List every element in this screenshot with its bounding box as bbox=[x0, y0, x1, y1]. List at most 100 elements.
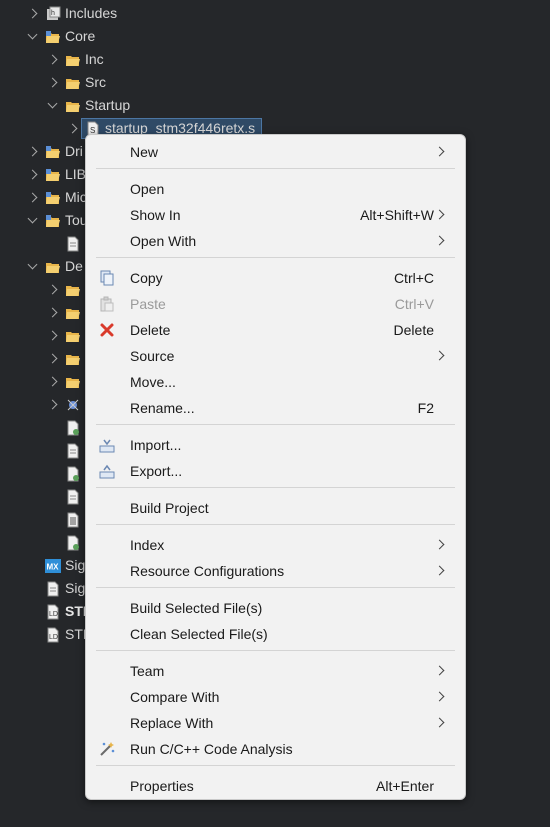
submenu-arrow-icon bbox=[434, 209, 445, 220]
menu-item-clean-selected[interactable]: Clean Selected File(s) bbox=[86, 621, 465, 647]
file-icon bbox=[67, 489, 79, 505]
folder-icon bbox=[66, 79, 80, 89]
submenu-arrow-icon bbox=[434, 235, 445, 246]
menu-item-compare-with[interactable]: Compare With bbox=[86, 684, 465, 710]
submenu-arrow-icon bbox=[434, 691, 445, 702]
magic-wand-icon bbox=[100, 742, 115, 756]
menu-item-new[interactable]: New bbox=[86, 139, 465, 165]
menu-separator bbox=[96, 650, 455, 651]
menu-item-team[interactable]: Team bbox=[86, 658, 465, 684]
menu-item-label: Open With bbox=[130, 233, 197, 249]
tree-item-label: Dri bbox=[65, 143, 83, 159]
menu-item-label: Properties bbox=[130, 778, 194, 794]
menu-item-show-in[interactable]: Show In Alt+Shift+W bbox=[86, 202, 465, 228]
svg-text:LD: LD bbox=[49, 611, 58, 618]
source-folder-icon bbox=[46, 215, 60, 227]
svg-text:MX: MX bbox=[47, 563, 60, 572]
menu-item-open-with[interactable]: Open With bbox=[86, 228, 465, 254]
menu-item-export[interactable]: Export... bbox=[86, 458, 465, 484]
tree-item-src[interactable]: Src bbox=[0, 72, 550, 95]
shortcut-label: Alt+Enter bbox=[376, 778, 434, 794]
tree-item-inc[interactable]: Inc bbox=[0, 49, 550, 72]
menu-separator bbox=[96, 524, 455, 525]
menu-separator bbox=[96, 765, 455, 766]
chevron-right-icon[interactable] bbox=[67, 123, 78, 134]
chevron-right-icon[interactable] bbox=[47, 284, 58, 295]
submenu-arrow-icon bbox=[434, 565, 445, 576]
text-file-icon bbox=[67, 512, 79, 528]
menu-item-label: Index bbox=[130, 537, 165, 553]
folder-icon bbox=[66, 309, 80, 319]
menu-item-label: Build Project bbox=[130, 500, 209, 516]
tree-item-label: LIB bbox=[65, 166, 87, 182]
menu-item-move[interactable]: Move... bbox=[86, 369, 465, 395]
folder-icon bbox=[66, 56, 80, 66]
chevron-right-icon[interactable] bbox=[47, 353, 58, 364]
menu-item-properties[interactable]: Properties Alt+Enter bbox=[86, 773, 465, 799]
shortcut-label: Alt+Shift+W bbox=[360, 207, 434, 223]
menu-item-label: Build Selected File(s) bbox=[130, 600, 263, 616]
menu-item-paste[interactable]: Paste Ctrl+V bbox=[86, 291, 465, 317]
menu-item-label: Resource Configurations bbox=[130, 563, 285, 579]
object-file-icon bbox=[67, 420, 79, 436]
menu-item-source[interactable]: Source bbox=[86, 343, 465, 369]
menu-item-open[interactable]: Open bbox=[86, 176, 465, 202]
menu-item-replace-with[interactable]: Replace With bbox=[86, 710, 465, 736]
chevron-down-icon[interactable] bbox=[47, 98, 58, 109]
chevron-down-icon[interactable] bbox=[27, 259, 38, 270]
folder-icon bbox=[66, 355, 80, 365]
includes-icon: h bbox=[47, 6, 61, 20]
chevron-right-icon[interactable] bbox=[47, 376, 58, 387]
chevron-right-icon[interactable] bbox=[27, 8, 38, 19]
linker-file-icon: LD bbox=[47, 604, 59, 620]
source-folder-icon bbox=[46, 146, 60, 158]
menu-item-label: Source bbox=[130, 348, 175, 364]
menu-separator bbox=[96, 168, 455, 169]
chevron-down-icon[interactable] bbox=[27, 29, 38, 40]
linker-file-icon: LD bbox=[47, 627, 59, 643]
paste-icon bbox=[100, 296, 114, 312]
chevron-right-icon[interactable] bbox=[27, 169, 38, 180]
tree-item-startup[interactable]: Startup bbox=[0, 95, 550, 118]
tree-item-label: Startup bbox=[85, 97, 131, 113]
tree-item-label: De bbox=[65, 258, 83, 274]
menu-item-rename[interactable]: Rename... F2 bbox=[86, 395, 465, 421]
menu-item-resource-configurations[interactable]: Resource Configurations bbox=[86, 558, 465, 584]
chevron-right-icon[interactable] bbox=[47, 307, 58, 318]
binary-icon bbox=[67, 399, 79, 411]
chevron-right-icon[interactable] bbox=[27, 146, 38, 157]
folder-icon bbox=[66, 286, 80, 296]
menu-item-label: Export... bbox=[130, 463, 183, 479]
source-folder-icon bbox=[46, 169, 60, 181]
menu-item-run-code-analysis[interactable]: Run C/C++ Code Analysis bbox=[86, 736, 465, 762]
menu-item-build-selected[interactable]: Build Selected File(s) bbox=[86, 595, 465, 621]
menu-item-delete[interactable]: Delete Delete bbox=[86, 317, 465, 343]
menu-item-label: Run C/C++ Code Analysis bbox=[130, 741, 293, 757]
chevron-down-icon[interactable] bbox=[27, 213, 38, 224]
tree-item-label: Src bbox=[85, 74, 106, 90]
menu-item-label: Clean Selected File(s) bbox=[130, 626, 268, 642]
object-file-icon bbox=[67, 466, 79, 482]
menu-item-build-project[interactable]: Build Project bbox=[86, 495, 465, 521]
tree-item-includes[interactable]: h Includes bbox=[0, 3, 550, 26]
tree-item-label: Sig bbox=[65, 557, 86, 573]
shortcut-label: F2 bbox=[417, 400, 434, 416]
source-folder-icon bbox=[46, 192, 60, 204]
menu-item-import[interactable]: Import... bbox=[86, 432, 465, 458]
menu-item-index[interactable]: Index bbox=[86, 532, 465, 558]
chevron-right-icon[interactable] bbox=[47, 399, 58, 410]
menu-item-copy[interactable]: Copy Ctrl+C bbox=[86, 265, 465, 291]
chevron-right-icon[interactable] bbox=[47, 54, 58, 65]
menu-separator bbox=[96, 424, 455, 425]
menu-item-label: Show In bbox=[130, 207, 181, 223]
tree-item-label: Includes bbox=[65, 5, 118, 21]
delete-icon bbox=[100, 323, 114, 337]
tree-item-core[interactable]: Core bbox=[0, 26, 550, 49]
submenu-arrow-icon bbox=[434, 350, 445, 361]
menu-separator bbox=[96, 487, 455, 488]
menu-item-label: Compare With bbox=[130, 689, 220, 705]
chevron-right-icon[interactable] bbox=[47, 77, 58, 88]
shortcut-label: Ctrl+C bbox=[393, 270, 434, 286]
chevron-right-icon[interactable] bbox=[27, 192, 38, 203]
chevron-right-icon[interactable] bbox=[47, 330, 58, 341]
